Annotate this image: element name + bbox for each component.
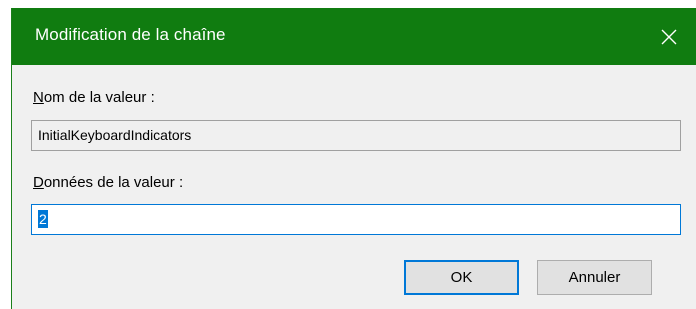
value-data-text: 2: [38, 210, 48, 228]
ok-button[interactable]: OK: [404, 260, 519, 295]
close-icon: [661, 29, 677, 44]
value-name-field: InitialKeyboardIndicators: [31, 120, 681, 151]
title-bar[interactable]: Modification de la chaîne: [12, 8, 696, 65]
value-name-label: Nom de la valeur :: [33, 89, 155, 106]
window-title: Modification de la chaîne: [35, 25, 226, 44]
value-name-label-access-key: N: [33, 89, 44, 106]
value-data-label-text: onnées de la valeur :: [43, 174, 184, 191]
cancel-button[interactable]: Annuler: [537, 260, 652, 295]
value-data-input[interactable]: 2: [31, 204, 681, 235]
value-name-label-text: om de la valeur :: [43, 89, 155, 106]
value-data-label: Données de la valeur :: [33, 174, 183, 191]
edit-string-dialog: Modification de la chaîne Nom de la vale…: [11, 8, 696, 309]
value-name-text: InitialKeyboardIndicators: [38, 127, 192, 143]
close-button[interactable]: [642, 8, 696, 65]
value-data-label-access-key: D: [33, 174, 44, 191]
